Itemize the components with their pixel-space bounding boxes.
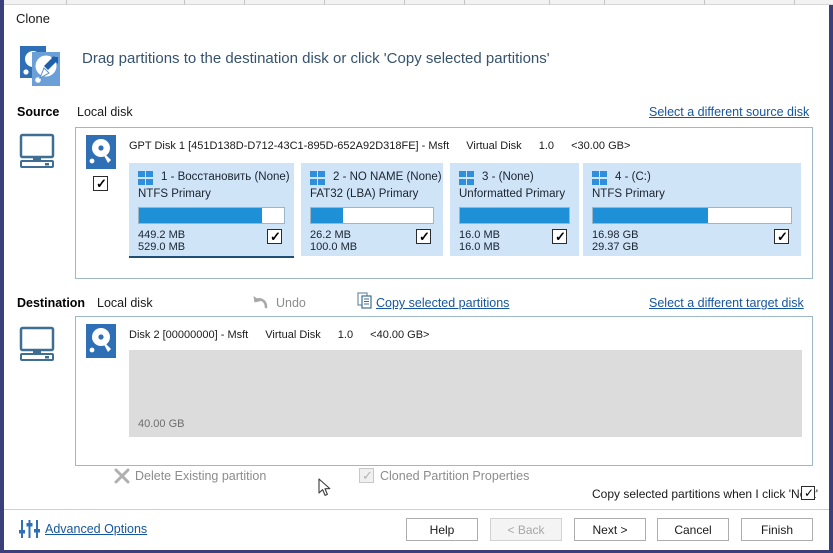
- destination-label: Destination: [17, 296, 86, 310]
- header-banner: Drag partitions to the destination disk …: [4, 36, 829, 94]
- finish-button[interactable]: Finish: [741, 518, 813, 541]
- back-button[interactable]: < Back: [490, 518, 562, 541]
- select-different-target-disk-link[interactable]: Select a different target disk: [649, 296, 804, 310]
- destination-disk-version: 1.0: [337, 329, 354, 341]
- window-title: Clone: [16, 11, 50, 26]
- partition-usage-bar: [310, 207, 434, 224]
- source-computer-monitor-icon: [16, 132, 60, 172]
- mouse-cursor: [318, 478, 332, 498]
- partition-checkbox[interactable]: ✓: [416, 229, 431, 244]
- x-cross-icon: [114, 468, 130, 484]
- cancel-button[interactable]: Cancel: [657, 518, 729, 541]
- windows-flag-icon: [310, 171, 325, 185]
- partition-filesystem: NTFS Primary: [138, 188, 211, 200]
- partition-title: 4 - (C:): [615, 171, 651, 183]
- partition-usage-bar: [592, 207, 792, 224]
- checkmark-icon: ✓: [804, 486, 815, 500]
- next-button[interactable]: Next >: [574, 518, 646, 541]
- partition-filesystem: Unformatted Primary: [459, 188, 566, 200]
- destination-disk-info: Disk 2 [00000000] - Msft Virtual Disk 1.…: [129, 329, 443, 341]
- checkmark-icon: ✓: [555, 229, 566, 244]
- partition-usage-bar: [459, 207, 570, 224]
- destination-type-label: Local disk: [97, 296, 153, 310]
- partition-total-size: 529.0 MB: [138, 241, 186, 253]
- undo-arrow-icon: [252, 293, 272, 311]
- delete-existing-partition-label: Delete Existing partition: [135, 469, 267, 483]
- clone-dialog: Clone Drag partitions to the destination…: [0, 0, 833, 553]
- partition-checkbox[interactable]: ✓: [267, 229, 282, 244]
- title-bar: Clone: [4, 5, 829, 33]
- partition-title: 2 - NO NAME (None): [333, 171, 442, 183]
- header-instruction: Drag partitions to the destination disk …: [82, 50, 550, 67]
- destination-disk-model: Virtual Disk: [265, 329, 321, 341]
- checkmark-icon: ✓: [419, 229, 430, 244]
- source-disk-checkbox[interactable]: ✓: [93, 176, 108, 191]
- partition-total-size: 100.0 MB: [310, 241, 358, 253]
- partition-item-3[interactable]: 3 - (None) Unformatted Primary 16.0 MB 1…: [450, 163, 579, 256]
- destination-disk-name: Disk 2 [00000000] - Msft: [129, 329, 249, 341]
- source-hard-disk-icon: [86, 135, 116, 169]
- partition-total-size: 16.0 MB: [459, 241, 500, 253]
- help-button[interactable]: Help: [406, 518, 478, 541]
- partition-checkbox[interactable]: ✓: [774, 229, 789, 244]
- undo-label: Undo: [276, 296, 306, 310]
- checkmark-icon: ✓: [270, 229, 281, 244]
- sliders-icon: [18, 518, 42, 540]
- destination-computer-monitor-icon: [16, 325, 60, 365]
- partition-checkbox[interactable]: ✓: [552, 229, 567, 244]
- destination-disk-panel[interactable]: Disk 2 [00000000] - Msft Virtual Disk 1.…: [75, 316, 813, 466]
- source-label: Source: [17, 105, 60, 119]
- partition-item-4[interactable]: 4 - (C:) NTFS Primary 16.98 GB 29.37 GB …: [583, 163, 801, 256]
- windows-flag-icon: [459, 171, 474, 185]
- copy-on-next-label: Copy selected partitions when I click 'N…: [592, 487, 819, 501]
- partition-filesystem: NTFS Primary: [592, 188, 665, 200]
- partition-filesystem: FAT32 (LBA) Primary: [310, 188, 419, 200]
- checkmark-icon: ✓: [362, 468, 373, 483]
- windows-flag-icon: [592, 171, 607, 185]
- source-disk-panel[interactable]: ✓ GPT Disk 1 [451D138D-D712-43C1-895D-65…: [75, 127, 813, 279]
- copy-on-next-checkbox[interactable]: ✓: [801, 486, 815, 500]
- source-disk-capacity: <30.00 GB>: [571, 140, 631, 152]
- destination-free-space-block[interactable]: 40.00 GB: [129, 350, 802, 437]
- source-disk-version: 1.0: [538, 140, 555, 152]
- cloned-partition-properties-checkbox-icon: ✓: [359, 468, 374, 483]
- partition-used-size: 26.2 MB: [310, 229, 351, 241]
- copy-selected-partitions-link[interactable]: Copy selected partitions: [376, 296, 509, 310]
- partition-used-size: 449.2 MB: [138, 229, 186, 241]
- source-type-label: Local disk: [77, 105, 133, 119]
- destination-disk-capacity: <40.00 GB>: [370, 329, 430, 341]
- partition-used-size: 16.98 GB: [592, 229, 639, 241]
- checkmark-icon: ✓: [96, 176, 107, 191]
- checkmark-icon: ✓: [777, 229, 788, 244]
- select-different-source-disk-link[interactable]: Select a different source disk: [649, 105, 809, 119]
- destination-hard-disk-icon: [86, 324, 116, 358]
- partition-usage-bar: [138, 207, 285, 224]
- partition-item-2[interactable]: 2 - NO NAME (None) FAT32 (LBA) Primary 2…: [301, 163, 443, 256]
- source-disk-info: GPT Disk 1 [451D138D-D712-43C1-895D-652A…: [129, 140, 644, 152]
- source-disk-name: GPT Disk 1 [451D138D-D712-43C1-895D-652A…: [129, 140, 450, 152]
- partition-total-size: 29.37 GB: [592, 241, 639, 253]
- windows-flag-icon: [138, 171, 153, 185]
- source-disk-model: Virtual Disk: [466, 140, 522, 152]
- clone-disks-icon: [18, 44, 74, 88]
- cloned-partition-properties-label: Cloned Partition Properties: [380, 469, 530, 483]
- destination-free-space-size: 40.00 GB: [138, 418, 185, 430]
- partition-item-1[interactable]: 1 - Восстановить (None) NTFS Primary 449…: [129, 163, 294, 258]
- partition-title: 1 - Восстановить (None): [161, 171, 290, 183]
- partition-used-size: 16.0 MB: [459, 229, 500, 241]
- copy-pages-icon: [357, 292, 375, 310]
- advanced-options-link[interactable]: Advanced Options: [45, 522, 147, 536]
- partition-title: 3 - (None): [482, 171, 534, 183]
